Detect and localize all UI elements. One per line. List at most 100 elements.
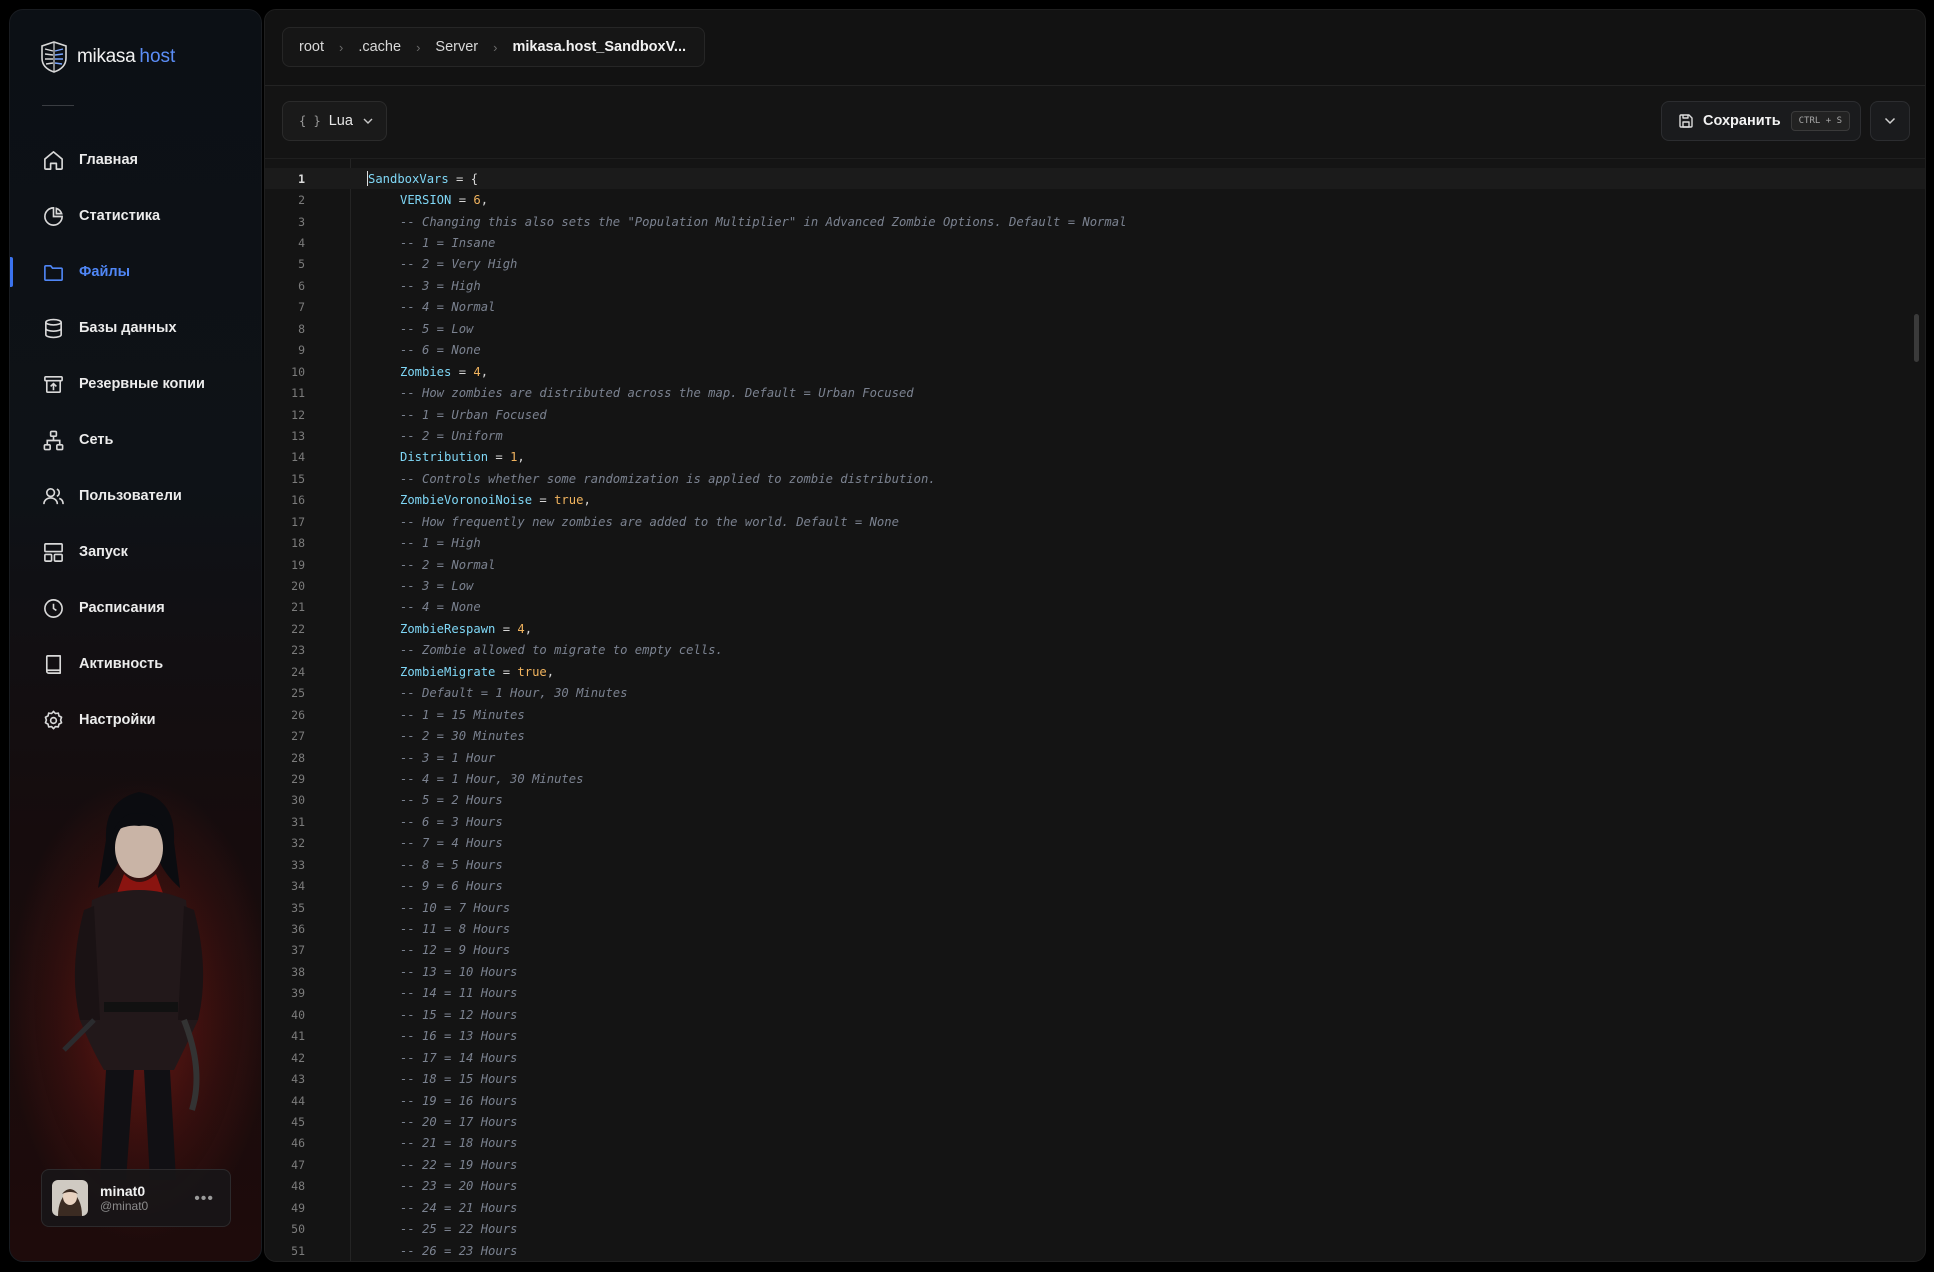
code-line[interactable]: 19 -- 2 = Normal bbox=[265, 554, 1925, 575]
code-token: -- 3 = High bbox=[400, 278, 481, 293]
brand-divider bbox=[42, 105, 74, 106]
breadcrumb-root[interactable]: root bbox=[299, 39, 324, 55]
save-options-button[interactable] bbox=[1870, 101, 1910, 141]
code-token: -- 4 = 1 Hour, 30 Minutes bbox=[400, 771, 584, 786]
code-line[interactable]: 13 -- 2 = Uniform bbox=[265, 425, 1925, 446]
code-line[interactable]: 51 -- 26 = 23 Hours bbox=[265, 1240, 1925, 1261]
code-line[interactable]: 3 -- Changing this also sets the "Populat… bbox=[265, 211, 1925, 232]
code-line[interactable]: 27 -- 2 = 30 Minutes bbox=[265, 725, 1925, 746]
code-line[interactable]: 45 -- 20 = 17 Hours bbox=[265, 1111, 1925, 1132]
code-line[interactable]: 50 -- 25 = 22 Hours bbox=[265, 1218, 1925, 1239]
code-line[interactable]: 48 -- 23 = 20 Hours bbox=[265, 1176, 1925, 1197]
user-card[interactable]: minat0 @minat0 ••• bbox=[41, 1169, 231, 1227]
code-line[interactable]: 32 -- 7 = 4 Hours bbox=[265, 833, 1925, 854]
sidebar-item-backups[interactable]: Резервные копии bbox=[10, 356, 261, 412]
code-token: Zombies bbox=[400, 364, 452, 379]
layout-icon bbox=[42, 541, 65, 564]
code-line[interactable]: 31 -- 6 = 3 Hours bbox=[265, 811, 1925, 832]
code-line[interactable]: 8 -- 5 = Low bbox=[265, 318, 1925, 339]
code-text: -- 14 = 11 Hours bbox=[400, 986, 517, 1000]
code-line[interactable]: 40 -- 15 = 12 Hours bbox=[265, 1004, 1925, 1025]
code-line[interactable]: 2 VERSION = 6, bbox=[265, 189, 1925, 210]
code-text: Zombies = 4, bbox=[400, 365, 488, 379]
code-line[interactable]: 30 -- 5 = 2 Hours bbox=[265, 790, 1925, 811]
save-button[interactable]: Сохранить CTRL + S bbox=[1661, 101, 1861, 141]
code-line[interactable]: 4 -- 1 = Insane bbox=[265, 232, 1925, 253]
chevron-right-icon: › bbox=[416, 39, 421, 55]
brand-logo[interactable]: mikasa host bbox=[40, 40, 175, 74]
sidebar-item-schedules[interactable]: Расписания bbox=[10, 580, 261, 636]
editor-scrollbar[interactable] bbox=[1914, 314, 1919, 362]
code-token: SandboxVars bbox=[368, 171, 449, 186]
code-line[interactable]: 10 Zombies = 4, bbox=[265, 361, 1925, 382]
line-number: 26 bbox=[291, 707, 305, 722]
code-line[interactable]: 17 -- How frequently new zombies are adde… bbox=[265, 511, 1925, 532]
code-token: -- 1 = 15 Minutes bbox=[400, 707, 525, 722]
code-text: -- 4 = 1 Hour, 30 Minutes bbox=[400, 772, 583, 786]
breadcrumb-cache[interactable]: .cache bbox=[358, 39, 401, 55]
sidebar-item-home[interactable]: Главная bbox=[10, 132, 261, 188]
code-line[interactable]: 43 -- 18 = 15 Hours bbox=[265, 1068, 1925, 1089]
code-token: -- 2 = Very High bbox=[400, 257, 518, 272]
code-line[interactable]: 15 -- Controls whether some randomization… bbox=[265, 468, 1925, 489]
book-icon bbox=[42, 653, 65, 676]
code-line[interactable]: 37 -- 12 = 9 Hours bbox=[265, 940, 1925, 961]
code-editor[interactable]: 1 SandboxVars = {2 VERSION = 6, 3 -- Changin… bbox=[265, 158, 1925, 1261]
code-line[interactable]: 49 -- 24 = 21 Hours bbox=[265, 1197, 1925, 1218]
line-number: 40 bbox=[291, 1007, 305, 1022]
sidebar-item-statistics[interactable]: Статистика bbox=[10, 188, 261, 244]
code-line[interactable]: 1 SandboxVars = { bbox=[265, 168, 1925, 190]
code-line[interactable]: 33 -- 8 = 5 Hours bbox=[265, 854, 1925, 875]
code-line[interactable]: 46 -- 21 = 18 Hours bbox=[265, 1133, 1925, 1154]
sidebar-item-files[interactable]: Файлы bbox=[10, 244, 261, 300]
code-line[interactable]: 7 -- 4 = Normal bbox=[265, 297, 1925, 318]
code-line[interactable]: 16 ZombieVoronoiNoise = true, bbox=[265, 490, 1925, 511]
code-line[interactable]: 26 -- 1 = 15 Minutes bbox=[265, 704, 1925, 725]
sidebar-item-network[interactable]: Сеть bbox=[10, 412, 261, 468]
code-line[interactable]: 42 -- 17 = 14 Hours bbox=[265, 1047, 1925, 1068]
code-token: -- 10 = 7 Hours bbox=[400, 900, 511, 915]
line-number: 31 bbox=[291, 814, 305, 829]
code-line[interactable]: 29 -- 4 = 1 Hour, 30 Minutes bbox=[265, 768, 1925, 789]
code-line[interactable]: 18 -- 1 = High bbox=[265, 532, 1925, 553]
sidebar-nav: Главная Статистика Файлы Базы данных Рез… bbox=[10, 132, 261, 748]
code-line[interactable]: 39 -- 14 = 11 Hours bbox=[265, 983, 1925, 1004]
code-line[interactable]: 35 -- 10 = 7 Hours bbox=[265, 897, 1925, 918]
code-line[interactable]: 22 ZombieRespawn = 4, bbox=[265, 618, 1925, 639]
code-text: -- 6 = None bbox=[400, 343, 481, 357]
code-line[interactable]: 20 -- 3 = Low bbox=[265, 575, 1925, 596]
sidebar-item-activity[interactable]: Активность bbox=[10, 636, 261, 692]
code-line[interactable]: 5 -- 2 = Very High bbox=[265, 254, 1925, 275]
code-text: -- 22 = 19 Hours bbox=[400, 1158, 517, 1172]
language-select[interactable]: { } Lua bbox=[282, 101, 387, 141]
code-line[interactable]: 24 ZombieMigrate = true, bbox=[265, 661, 1925, 682]
code-line[interactable]: 6 -- 3 = High bbox=[265, 275, 1925, 296]
code-line[interactable]: 47 -- 22 = 19 Hours bbox=[265, 1154, 1925, 1175]
code-line[interactable]: 21 -- 4 = None bbox=[265, 597, 1925, 618]
code-line[interactable]: 41 -- 16 = 13 Hours bbox=[265, 1026, 1925, 1047]
sidebar-item-startup[interactable]: Запуск bbox=[10, 524, 261, 580]
code-line[interactable]: 14 Distribution = 1, bbox=[265, 447, 1925, 468]
code-token: -- 1 = Insane bbox=[400, 236, 496, 251]
sidebar-item-settings[interactable]: Настройки bbox=[10, 692, 261, 748]
code-text: -- 3 = High bbox=[400, 279, 481, 293]
code-line[interactable]: 11 -- How zombies are distributed across … bbox=[265, 382, 1925, 403]
breadcrumb-server[interactable]: Server bbox=[435, 39, 478, 55]
code-token: , bbox=[517, 450, 525, 465]
code-line[interactable]: 38 -- 13 = 10 Hours bbox=[265, 961, 1925, 982]
line-number: 34 bbox=[291, 879, 305, 894]
code-line[interactable]: 28 -- 3 = 1 Hour bbox=[265, 747, 1925, 768]
code-line[interactable]: 34 -- 9 = 6 Hours bbox=[265, 875, 1925, 896]
brand-suffix: host bbox=[139, 46, 176, 67]
code-line[interactable]: 36 -- 11 = 8 Hours bbox=[265, 918, 1925, 939]
code-line[interactable]: 25 -- Default = 1 Hour, 30 Minutes bbox=[265, 683, 1925, 704]
code-line[interactable]: 23 -- Zombie allowed to migrate to empty … bbox=[265, 640, 1925, 661]
code-line[interactable]: 12 -- 1 = Urban Focused bbox=[265, 404, 1925, 425]
sidebar-item-users[interactable]: Пользователи bbox=[10, 468, 261, 524]
code-line[interactable]: 9 -- 6 = None bbox=[265, 340, 1925, 361]
code-text: -- 4 = Normal bbox=[400, 300, 495, 314]
sidebar-item-databases[interactable]: Базы данных bbox=[10, 300, 261, 356]
more-options-icon[interactable]: ••• bbox=[194, 1190, 214, 1208]
code-text: ZombieVoronoiNoise = true, bbox=[400, 493, 591, 507]
code-line[interactable]: 44 -- 19 = 16 Hours bbox=[265, 1090, 1925, 1111]
